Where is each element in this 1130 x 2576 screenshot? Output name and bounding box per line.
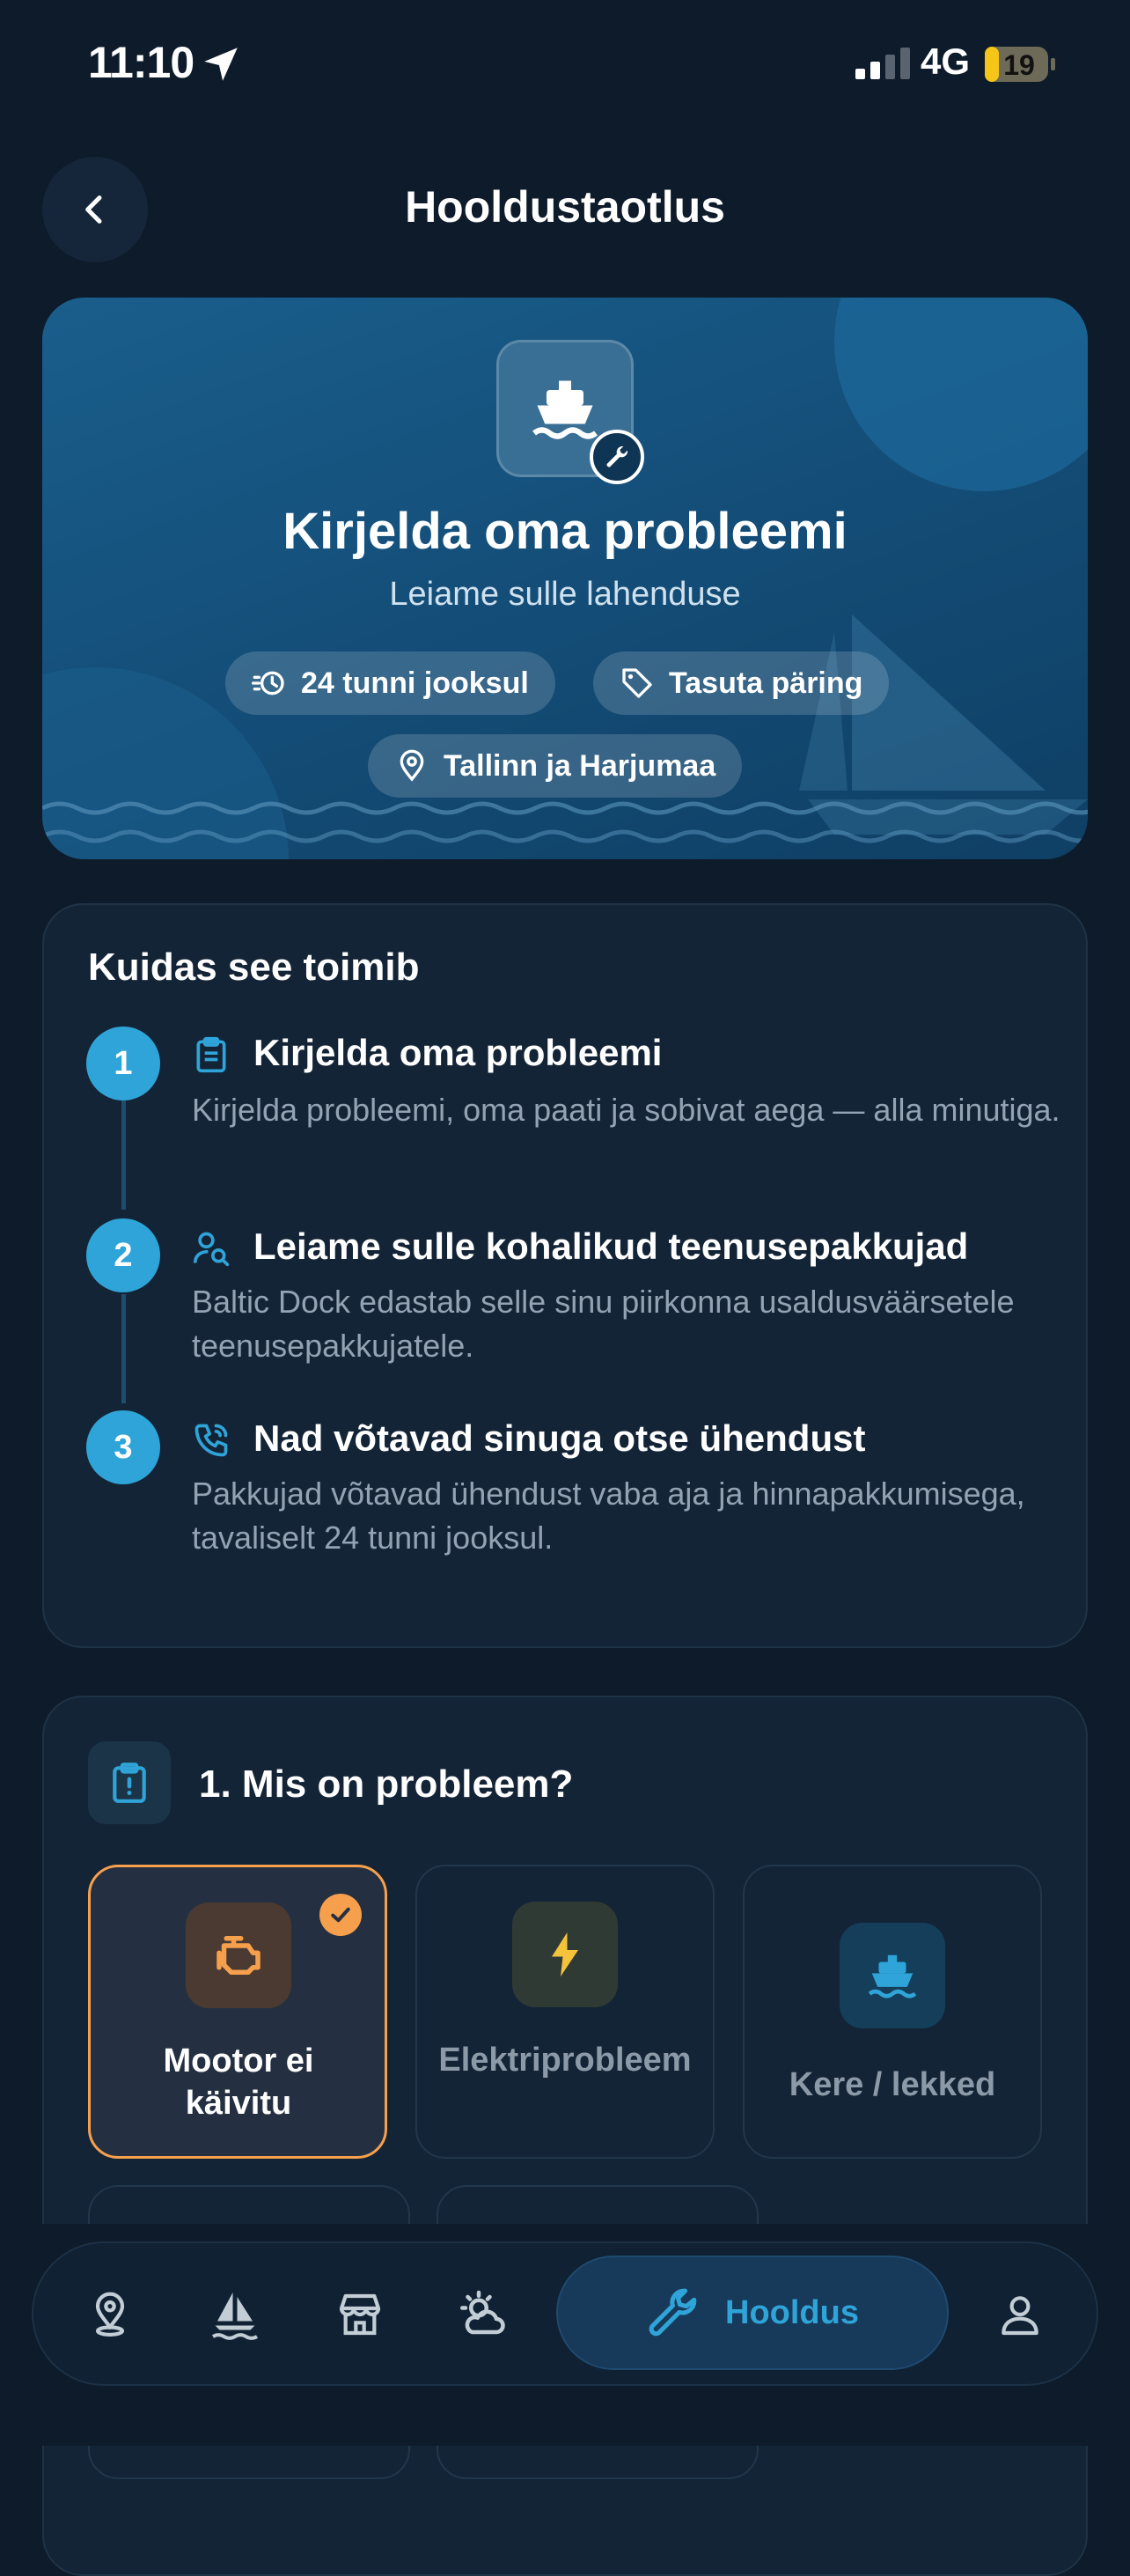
option-label: Elektriprobleem [438,2042,692,2079]
boat-icon [840,1923,945,2028]
battery-icon: 19 [984,46,1056,83]
step-description: Kirjelda probleemi, oma paati ja sobivat… [192,1092,1060,1128]
step-number-3: 3 [86,1410,160,1484]
chip-label: Tasuta päring [669,666,863,700]
hero-banner: Kirjelda oma probleemi Leiame sulle lahe… [42,298,1088,859]
ship-icon [532,380,598,439]
chip-region: Tallinn ja Harjumaa [368,734,743,798]
problem-section-icon [88,1741,171,1824]
step-title: Leiame sulle kohalikud teenusepakkujad [253,1225,969,1267]
profile-icon [1002,2296,1038,2336]
option-electrical[interactable]: Elektriprobleem [415,1865,715,2159]
battery-level: 19 [1003,49,1035,81]
lightning-icon [512,1902,618,2007]
page-title: Hooldustaotlus [405,182,725,232]
nav-map[interactable] [70,2275,150,2354]
nav-service[interactable]: Hooldus [556,2256,949,2370]
selected-check-icon [319,1894,362,1936]
nav-store[interactable] [320,2275,400,2354]
location-pin-icon [400,749,424,782]
store-icon [339,2293,381,2336]
option-label: Kere / lekked [789,2066,996,2103]
location-arrow-icon [204,48,238,81]
weather-icon [460,2290,505,2335]
step-title: Nad võtavad sinuga otse ühendust [253,1417,866,1459]
nav-profile[interactable] [980,2275,1060,2354]
status-time: 11:10 [88,38,194,87]
chip-response-time: 24 tunni jooksul [225,651,555,715]
nav-weather[interactable] [444,2275,523,2354]
map-pin-icon [95,2292,125,2337]
clipboard-alert-icon [113,1763,146,1803]
step-connector [121,1100,126,1210]
chip-free-request: Tasuta päring [593,651,890,715]
option-engine-wont-start[interactable]: Mootor ei käivitu [88,1865,387,2159]
option-label: Mootor ei käivitu [163,2042,314,2122]
step-description: Pakkujad võtavad ühendust vaba aja ja hi… [192,1476,1025,1556]
clock-icon [252,671,284,696]
person-search-icon [193,1232,230,1267]
option-hull-leaks[interactable]: Kere / lekked [743,1865,1042,2159]
step-title: Kirjelda oma probleemi [253,1032,663,1073]
wrench-badge-icon [590,430,644,484]
nav-service-label: Hooldus [725,2293,859,2331]
phone-call-icon [194,1424,228,1457]
hero-subtitle: Leiame sulle lahenduse [389,576,741,613]
hero-title: Kirjelda oma probleemi [282,503,848,560]
engine-icon [186,1903,291,2008]
wrench-icon [649,2288,697,2337]
how-it-works-title: Kuidas see toimib [88,946,420,989]
network-type: 4G [921,40,971,82]
signal-icon [855,48,910,79]
step-number-1: 1 [86,1027,160,1100]
chip-label: Tallinn ja Harjumaa [444,748,716,783]
step-connector [121,1294,126,1403]
nav-boats[interactable] [195,2275,275,2354]
tag-icon [622,668,652,698]
sailboat-icon [211,2293,259,2340]
step-number-2: 2 [86,1218,160,1292]
chip-label: 24 tunni jooksul [301,666,529,700]
problem-title: 1. Mis on probleem? [199,1763,574,1806]
step-description: Baltic Dock edastab selle sinu piirkonna… [192,1284,1015,1364]
clipboard-icon [196,1036,226,1073]
